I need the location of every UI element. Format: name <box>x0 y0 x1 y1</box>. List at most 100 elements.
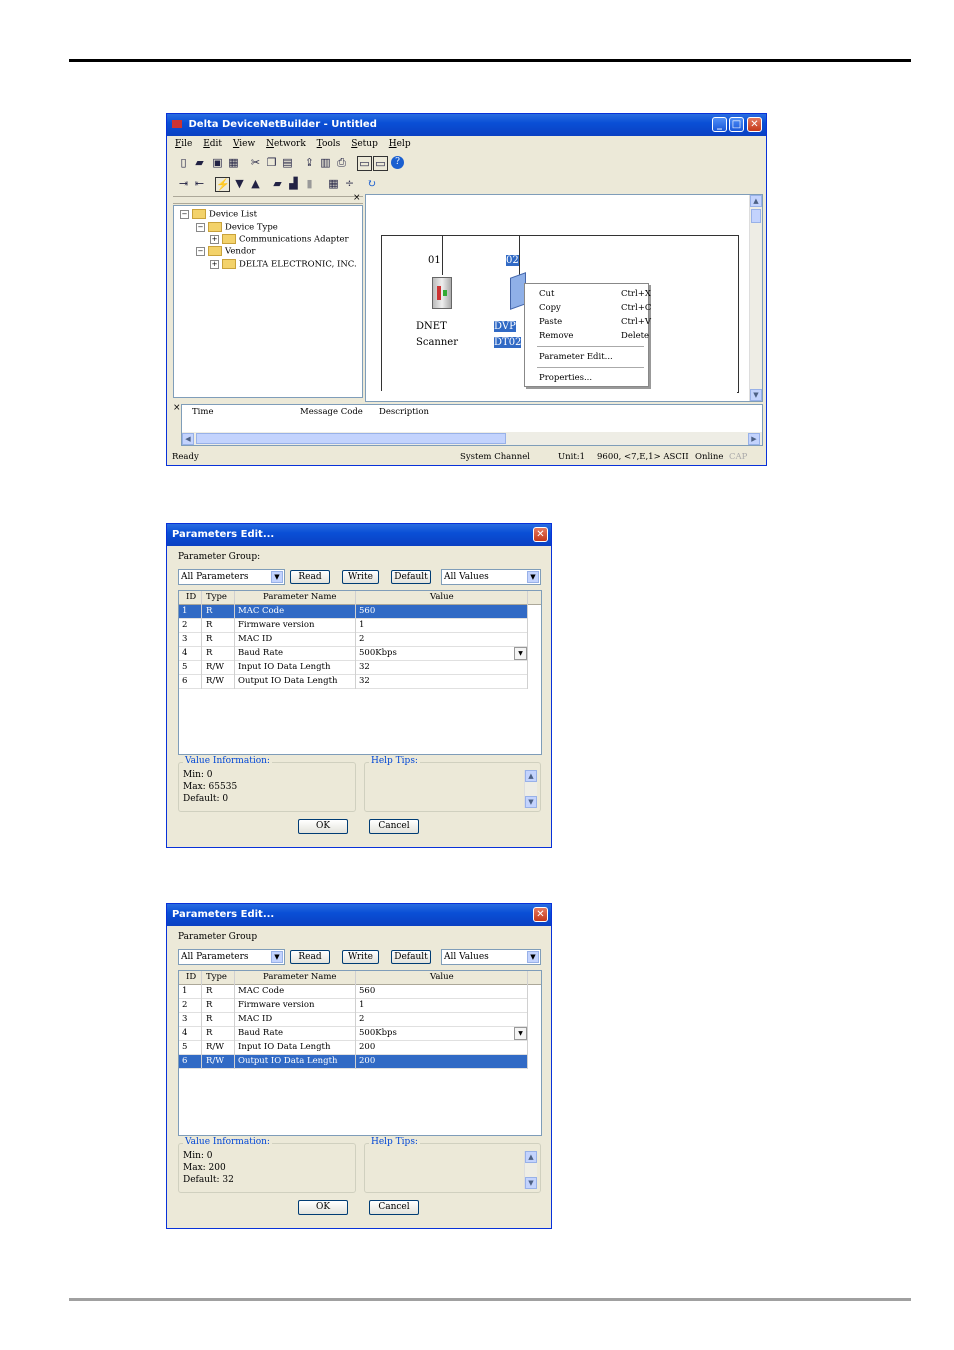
read-button[interactable]: Read <box>290 570 330 584</box>
scroll-down-icon[interactable]: ▼ <box>525 1177 537 1189</box>
refresh-icon[interactable]: ↻ <box>365 177 378 190</box>
copy-icon[interactable]: ❐ <box>265 156 278 169</box>
help-icon[interactable]: ? <box>391 156 404 169</box>
cancel-button[interactable]: Cancel <box>369 819 419 834</box>
table-row[interactable]: 1 R MAC Code 560 <box>179 605 527 619</box>
ctx-remove[interactable]: Remove Delete <box>539 331 649 341</box>
default-button[interactable]: Default <box>391 570 431 584</box>
paste-icon[interactable]: ▤ <box>281 156 294 169</box>
ok-button[interactable]: OK <box>298 1200 348 1215</box>
slave-address[interactable]: 02 <box>506 255 519 266</box>
column-description[interactable]: Description <box>379 407 429 417</box>
table-row[interactable]: 3 R MAC ID 2 <box>179 633 527 647</box>
offline-icon[interactable]: ⇤ <box>193 177 206 190</box>
value-filter-select[interactable]: All Values ▼ <box>441 569 541 585</box>
column-value[interactable]: Value <box>430 592 454 602</box>
device-icon[interactable]: ▮ <box>303 177 316 190</box>
dialog-titlebar[interactable]: Parameters Edit... ✕ <box>167 904 551 926</box>
menu-view[interactable]: View <box>233 136 255 152</box>
save-icon[interactable]: ▣ <box>211 156 224 169</box>
slave-name[interactable]: DVP <box>494 321 516 332</box>
collapse-icon[interactable]: − <box>180 209 189 219</box>
ctx-cut[interactable]: Cut Ctrl+X <box>539 289 651 299</box>
menu-edit[interactable]: Edit <box>203 136 222 152</box>
ctx-properties[interactable]: Properties... <box>539 373 592 383</box>
table-row[interactable]: 6 R/W Output IO Data Length 32 <box>179 675 527 689</box>
column-parameter-name[interactable]: Parameter Name <box>263 592 336 602</box>
window-titlebar[interactable]: Delta DeviceNetBuilder - Untitled _ □ ✕ <box>167 114 766 136</box>
slave-name-line2[interactable]: DT02 <box>494 337 522 348</box>
ctx-paste[interactable]: Paste Ctrl+V <box>539 317 651 327</box>
scroll-down-icon[interactable]: ▼ <box>750 389 762 401</box>
print-icon[interactable]: ⎙ <box>335 156 348 169</box>
column-type[interactable]: Type <box>206 592 227 602</box>
table-row[interactable]: 4 R Baud Rate 500Kbps ▼ <box>179 647 527 661</box>
scroll-up-icon[interactable]: ▲ <box>525 1151 537 1163</box>
message-close-icon[interactable]: × <box>173 403 181 413</box>
minimize-button[interactable]: _ <box>712 117 727 132</box>
grid-icon[interactable]: ▦ <box>327 177 340 190</box>
tree-close-icon[interactable]: × <box>353 193 361 203</box>
column-type[interactable]: Type <box>206 972 227 982</box>
cut-icon[interactable]: ✂ <box>249 156 262 169</box>
upload-device-icon[interactable]: ▲ <box>249 177 262 190</box>
scroll-thumb[interactable] <box>751 209 761 223</box>
menu-tools[interactable]: Tools <box>317 136 341 152</box>
dialog-close-button[interactable]: ✕ <box>533 907 548 922</box>
scroll-up-icon[interactable]: ▲ <box>525 770 537 782</box>
cancel-button[interactable]: Cancel <box>369 1200 419 1215</box>
split-icon[interactable]: ÷ <box>343 177 356 190</box>
menu-setup[interactable]: Setup <box>351 136 378 152</box>
maximize-button[interactable]: □ <box>729 117 744 132</box>
message-hscrollbar[interactable]: ◀ ▶ <box>182 432 762 445</box>
tree-item-device-list[interactable]: − Device List <box>180 209 257 220</box>
ctx-parameter-edit[interactable]: Parameter Edit... <box>539 352 613 362</box>
tree-item-delta-electronic[interactable]: + DELTA ELECTRONIC, INC. <box>210 259 357 270</box>
table-row[interactable]: 2 R Firmware version 1 <box>179 619 527 633</box>
chevron-down-icon[interactable]: ▼ <box>514 1027 527 1040</box>
tree-item-device-type[interactable]: − Device Type <box>196 222 278 233</box>
default-button[interactable]: Default <box>391 950 431 964</box>
tree-item-vendor[interactable]: − Vendor <box>196 246 256 257</box>
dialog-titlebar[interactable]: Parameters Edit... ✕ <box>167 524 551 546</box>
menu-network[interactable]: Network <box>266 136 306 152</box>
tree-item-communications-adapter[interactable]: + Communications Adapter <box>210 234 349 245</box>
menu-help[interactable]: Help <box>389 136 411 152</box>
download-icon[interactable]: ▼ <box>233 177 246 190</box>
scroll-right-icon[interactable]: ▶ <box>748 433 760 445</box>
expand-icon[interactable]: + <box>210 259 219 269</box>
help-tips-scrollbar[interactable]: ▲ ▼ <box>524 770 537 808</box>
table-row[interactable]: 4 R Baud Rate 500Kbps ▼ <box>179 1027 527 1041</box>
menu-file[interactable]: File <box>175 136 192 152</box>
column-id[interactable]: ID <box>186 592 196 602</box>
table-row[interactable]: 5 R/W Input IO Data Length 32 <box>179 661 527 675</box>
table-row[interactable]: 2 R Firmware version 1 <box>179 999 527 1013</box>
write-button[interactable]: Write <box>342 570 379 584</box>
network-view[interactable]: 01 DNET Scanner 02 DVP DT02 Cut Ctrl+X Co… <box>365 194 763 402</box>
column-message-code[interactable]: Message Code <box>300 407 363 417</box>
upload-icon[interactable]: ⇪ <box>303 156 316 169</box>
table-row[interactable]: 5 R/W Input IO Data Length 200 <box>179 1041 527 1055</box>
view-message-icon[interactable]: ▭ <box>373 156 388 171</box>
scroll-up-icon[interactable]: ▲ <box>750 195 762 207</box>
new-file-icon[interactable]: ▯ <box>177 156 190 169</box>
expand-icon[interactable]: + <box>210 234 219 244</box>
column-id[interactable]: ID <box>186 972 196 982</box>
online-icon[interactable]: ⇥ <box>177 177 190 190</box>
collapse-icon[interactable]: − <box>196 222 205 232</box>
column-parameter-name[interactable]: Parameter Name <box>263 972 336 982</box>
preview-icon[interactable]: ▥ <box>319 156 332 169</box>
column-value[interactable]: Value <box>430 972 454 982</box>
network-vscrollbar[interactable]: ▲ ▼ <box>749 195 762 401</box>
view-network-icon[interactable]: ▭ <box>357 156 372 171</box>
scan-network-icon[interactable]: ⚡ <box>215 177 230 192</box>
table-row[interactable]: 3 R MAC ID 2 <box>179 1013 527 1027</box>
chart-icon[interactable]: ▟ <box>287 177 300 190</box>
chevron-down-icon[interactable]: ▼ <box>514 647 527 660</box>
ctx-copy[interactable]: Copy Ctrl+C <box>539 303 651 313</box>
scroll-down-icon[interactable]: ▼ <box>525 796 537 808</box>
hscroll-thumb[interactable] <box>196 433 506 444</box>
table-row[interactable]: 1 R MAC Code 560 <box>179 985 527 999</box>
column-time[interactable]: Time <box>192 407 213 417</box>
close-button[interactable]: ✕ <box>747 117 762 132</box>
